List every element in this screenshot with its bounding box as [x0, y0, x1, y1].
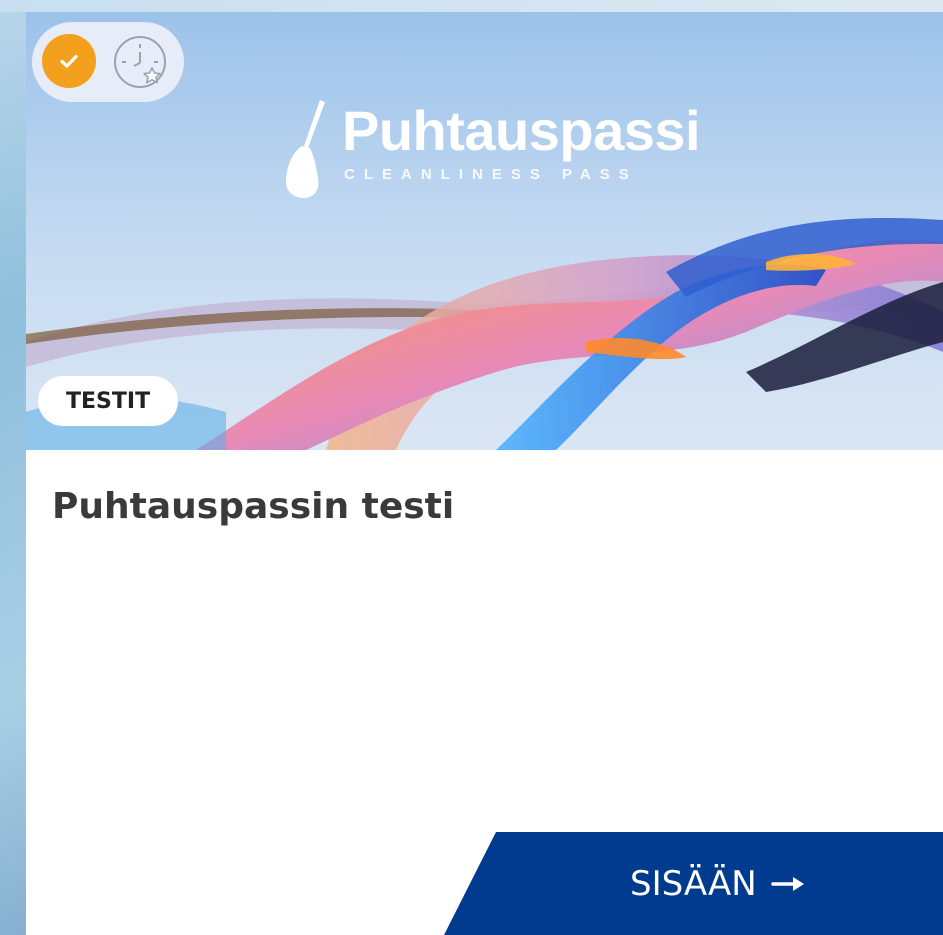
top-strip [0, 0, 943, 12]
course-title[interactable]: Puhtauspassin testi [52, 486, 454, 527]
enter-button[interactable]: SISÄÄN [444, 832, 943, 935]
puhtauspassi-logo: Puhtauspassi CLEANLINESS PASS [280, 96, 720, 206]
arrow-right-icon [770, 876, 804, 891]
clock-star-icon [112, 34, 168, 90]
category-chip: TESTIT [38, 376, 179, 426]
brush-logo-icon [286, 100, 325, 198]
course-banner: Puhtauspassi CLEANLINESS PASS TESTIT [26, 12, 943, 450]
logo-title: Puhtauspassi [342, 99, 701, 162]
logo-subtitle: CLEANLINESS PASS [344, 166, 638, 183]
check-icon [42, 34, 96, 88]
enter-button-label: SISÄÄN [630, 863, 757, 904]
status-pill [32, 22, 184, 102]
course-card[interactable]: Puhtauspassi CLEANLINESS PASS TESTIT Puh… [26, 12, 943, 935]
